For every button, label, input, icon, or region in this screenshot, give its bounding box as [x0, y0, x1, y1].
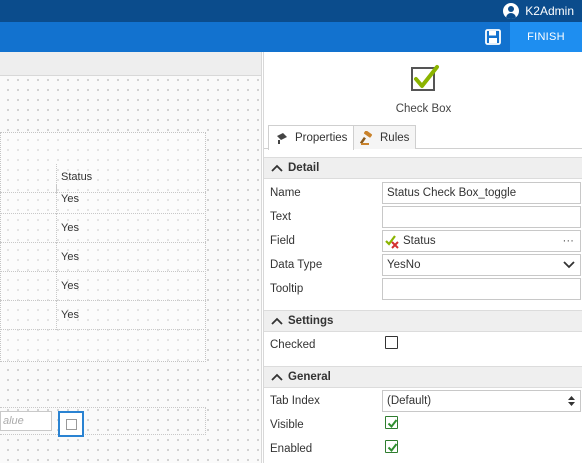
- check-box-control-icon: [411, 65, 439, 91]
- section-general-header[interactable]: General: [264, 366, 582, 388]
- user-avatar-icon: [503, 3, 520, 19]
- field-picker[interactable]: Status ···: [382, 230, 581, 252]
- table-row[interactable]: Yes: [0, 243, 206, 272]
- table-row[interactable]: Yes: [0, 214, 206, 243]
- grid-cell: Yes: [56, 185, 206, 214]
- grid-cell: Yes: [56, 243, 206, 272]
- field-value: Status: [403, 235, 436, 247]
- grid-cell: Yes: [56, 301, 206, 330]
- toolbar: [0, 22, 582, 52]
- checked-label: Checked: [270, 339, 316, 351]
- tooltip-label: Tooltip: [270, 283, 304, 295]
- tab-rules[interactable]: Rules: [353, 125, 417, 149]
- data-type-label: Data Type: [270, 259, 323, 271]
- username: K2Admin: [525, 4, 574, 18]
- value-input[interactable]: alue: [0, 411, 52, 431]
- editable-row: alue: [0, 407, 206, 437]
- tab-label: Properties: [295, 132, 348, 144]
- finish-button[interactable]: FINISH: [510, 22, 582, 52]
- tab-index-label: Tab Index: [270, 395, 320, 407]
- section-title: General: [288, 371, 331, 383]
- checkbox[interactable]: [66, 419, 77, 430]
- tab-index-stepper[interactable]: (Default): [382, 390, 581, 412]
- tab-index-value: (Default): [387, 395, 432, 407]
- section-detail-header[interactable]: Detail: [264, 157, 582, 179]
- visible-label: Visible: [270, 419, 304, 431]
- table-row[interactable]: Yes: [0, 185, 206, 214]
- checkmark-icon: [387, 443, 398, 453]
- visible-checkbox[interactable]: [385, 416, 398, 429]
- table-row[interactable]: Yes: [0, 272, 206, 301]
- name-label: Name: [270, 187, 301, 199]
- tooltip-field[interactable]: [382, 278, 581, 300]
- top-bar: K2Admin: [0, 0, 582, 22]
- field-label: Field: [270, 235, 295, 247]
- properties-panel: Check Box Properties Rules Detail Name S…: [263, 52, 582, 463]
- selected-checkbox-control[interactable]: [58, 411, 84, 437]
- chevron-down-icon: [563, 261, 575, 269]
- control-title: Check Box: [395, 103, 452, 115]
- table-row[interactable]: Yes: [0, 301, 206, 330]
- enabled-checkbox[interactable]: [385, 440, 398, 453]
- data-type-value: YesNo: [387, 259, 421, 271]
- section-title: Settings: [288, 315, 334, 327]
- text-field[interactable]: [382, 206, 581, 228]
- checkmark-icon: [387, 419, 398, 429]
- chevron-up-icon: [271, 373, 283, 381]
- section-settings-header[interactable]: Settings: [264, 310, 582, 332]
- text-label: Text: [270, 211, 292, 223]
- section-title: Detail: [288, 162, 320, 174]
- properties-icon: [275, 131, 289, 145]
- enabled-label: Enabled: [270, 443, 313, 455]
- chevron-up-icon: [271, 164, 283, 172]
- stepper-arrows-icon[interactable]: [567, 394, 576, 408]
- save-icon[interactable]: [484, 28, 502, 46]
- canvas-header: [0, 52, 261, 76]
- name-field[interactable]: Status Check Box_toggle: [382, 182, 581, 204]
- grid-cell: Yes: [56, 272, 206, 301]
- tab-label: Rules: [380, 131, 410, 144]
- more-options-icon[interactable]: ···: [563, 231, 575, 251]
- user-menu[interactable]: K2Admin: [503, 0, 574, 22]
- panel-tabs: Properties Rules: [264, 125, 582, 150]
- grid-cell: Yes: [56, 214, 206, 243]
- checked-checkbox[interactable]: [385, 336, 398, 349]
- chevron-up-icon: [271, 317, 283, 325]
- data-type-select[interactable]: YesNo: [382, 254, 581, 276]
- field-unbound-icon: [385, 235, 399, 249]
- gavel-icon: [359, 129, 374, 145]
- design-canvas[interactable]: Status Yes Yes Yes Yes Yes alue: [0, 52, 262, 463]
- tab-properties[interactable]: Properties: [268, 125, 355, 150]
